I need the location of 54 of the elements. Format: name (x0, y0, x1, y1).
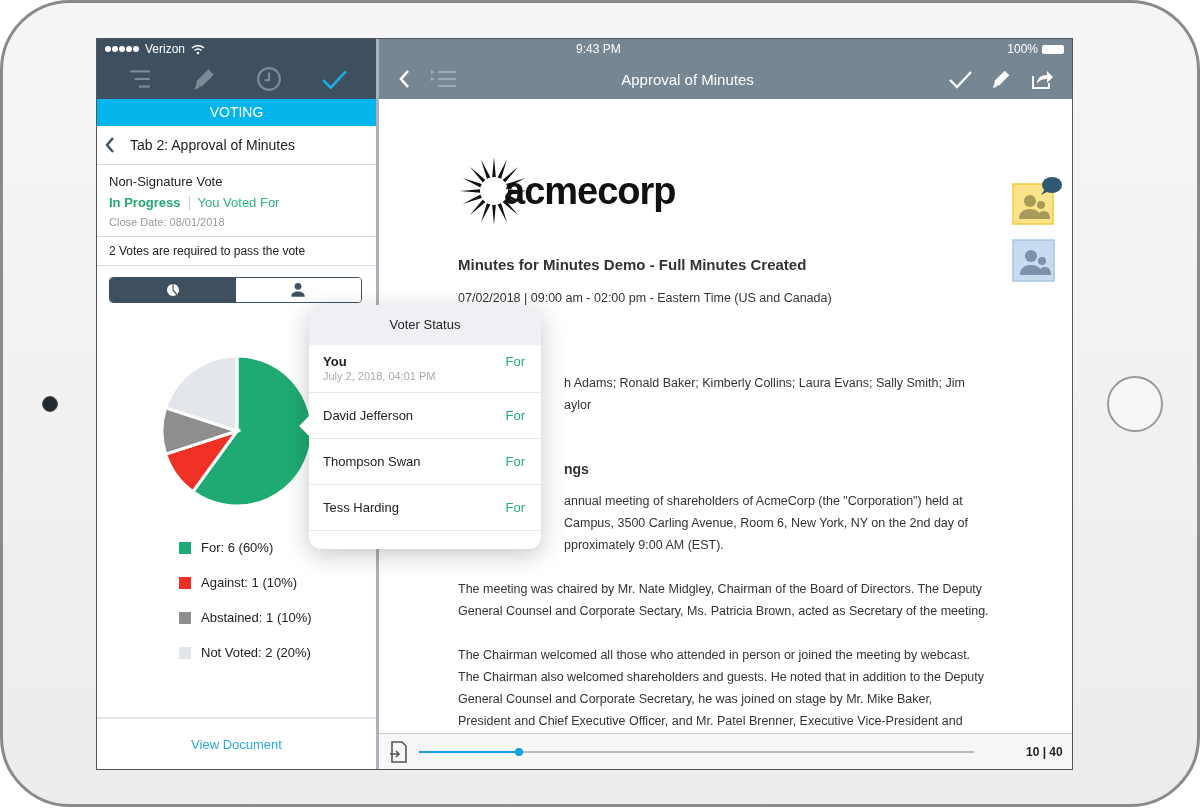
popover-title: Voter Status (309, 305, 541, 345)
meeting-date: 07/02/2018 | 09:00 am - 02:00 pm - Eastern Time (US and Canada) (458, 290, 833, 307)
section-banner: VOTING (97, 99, 376, 126)
vote-timestamp: July 2, 2018, 04:01 PM (323, 370, 436, 382)
person-icon (289, 281, 308, 299)
paragraph: The Chairman welcomed all those who attended in person or joined the meeting by webcast. The Chairman also welcomed shareholders and guests. He noted that in addition to the Deputy General Counsel and Corporate Secretary, he was joined on stage by Mr. Mike Baker, President and Chief Executive Officer, and Mr. Patel Brenner, Executive Vice-President and (458, 647, 984, 730)
people-comment-icon[interactable] (1012, 175, 1064, 225)
view-tab[interactable] (110, 278, 236, 302)
signal-icon (105, 45, 139, 53)
your-vote: You Voted For (197, 195, 280, 210)
battery-icon (1042, 44, 1064, 54)
text-line: pproximately 9:00 AM (EST). (564, 537, 724, 554)
voter-name: Tess Harding (323, 500, 399, 515)
vote-choice: For (505, 454, 525, 469)
camera-icon (41, 395, 58, 412)
clock-icon[interactable] (255, 66, 282, 92)
status-time: 9:43 PM (576, 42, 621, 56)
wifi-icon (191, 43, 206, 55)
legend-label: Against: 1 (10%) (201, 575, 298, 590)
text-line: aylor (564, 397, 592, 414)
home-button[interactable] (1107, 375, 1163, 432)
text-line: Campus, 3500 Carling Avenue, Room 6, New York, NY on the 2nd day of (564, 515, 968, 532)
voter-name: You (323, 354, 348, 369)
vote-requirement: 2 Votes are required to pass the vote (97, 237, 376, 266)
section-heading: ngs (564, 460, 589, 479)
battery-percent: 100% (1007, 42, 1038, 56)
logo-text: acmecorp (504, 171, 676, 211)
carrier-name: Verizon (145, 42, 186, 56)
text-line: h Adams; Ronald Baker; Kimberly Collins; Laura Evans; Sally Smith; Jim (564, 375, 965, 392)
vote-choice: For (505, 408, 525, 423)
voter-name: David Jefferson (323, 408, 414, 423)
vote-choice: For (505, 354, 525, 369)
vote-type: Non-Signature Vote (109, 174, 224, 189)
vote-item-title: Tab 2: Approval of Minutes (130, 137, 295, 153)
people-icon[interactable] (1012, 239, 1056, 283)
vote-choice: For (505, 500, 525, 515)
document-title: Approval of Minutes (620, 70, 755, 88)
legend-label: Abstained: 1 (10%) (201, 610, 312, 625)
legend-label: For: 6 (60%) (201, 540, 274, 555)
back-chevron-icon[interactable] (399, 69, 411, 89)
paragraph: The meeting was chaired by Mr. Nate Midgley, Chairman of the Board of Directors. The Deputy General Counsel and Corporate Sectary, Ms. Patricia Brown, acted as Secretary of the meeting. (458, 581, 989, 620)
close-date: Close Date: 08/01/2018 (109, 216, 226, 228)
legend-label: Not Voted: 2 (20%) (201, 645, 311, 660)
pencil-icon[interactable] (990, 68, 1012, 90)
voter-name: Thompson Swan (323, 454, 421, 469)
page-slider[interactable] (419, 750, 974, 753)
back-chevron-icon[interactable] (105, 136, 116, 154)
minutes-title: Minutes for Minutes Demo - Full Minutes Created (458, 255, 808, 275)
view-document-link[interactable]: View Document (191, 736, 282, 752)
text-line: annual meeting of shareholders of AcmeCorp (the "Corporation") held at (564, 493, 963, 510)
slider-thumb[interactable] (514, 747, 523, 756)
document-export-icon[interactable] (389, 740, 407, 763)
vote-status: In Progress (109, 195, 181, 210)
page-counter: 10 | 40 (1026, 744, 1063, 759)
